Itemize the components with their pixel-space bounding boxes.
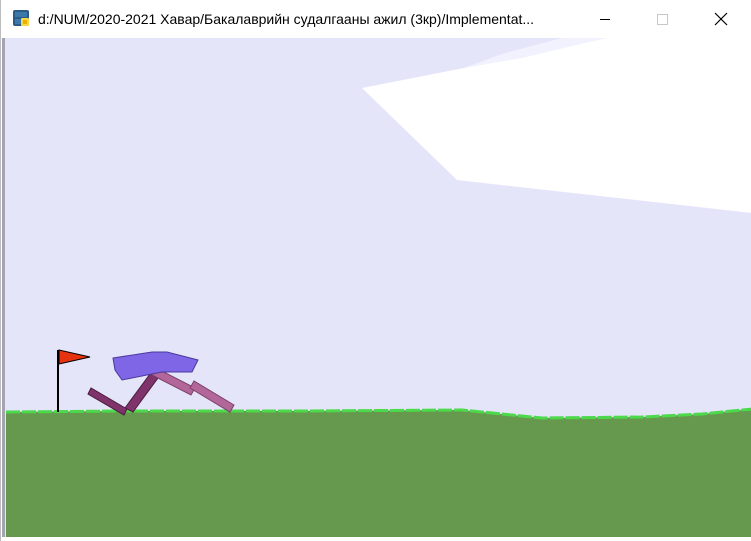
ground <box>6 409 751 538</box>
close-button[interactable] <box>698 0 744 38</box>
minimize-button[interactable] <box>582 0 628 38</box>
app-window: d:/NUM/2020-2021 Хавар/Бакалаврийн судал… <box>0 0 751 541</box>
maximize-button[interactable] <box>639 0 685 38</box>
window-title: d:/NUM/2020-2021 Хавар/Бакалаврийн судал… <box>38 11 535 27</box>
window-bottom-edge <box>1 537 751 541</box>
python-icon <box>13 10 29 26</box>
canvas-edge <box>2 38 5 538</box>
simulation-canvas <box>2 38 751 538</box>
title-bar[interactable]: d:/NUM/2020-2021 Хавар/Бакалаврийн судал… <box>1 0 751 38</box>
minimize-icon <box>600 19 610 20</box>
maximize-icon <box>657 14 668 25</box>
close-icon <box>714 12 728 26</box>
